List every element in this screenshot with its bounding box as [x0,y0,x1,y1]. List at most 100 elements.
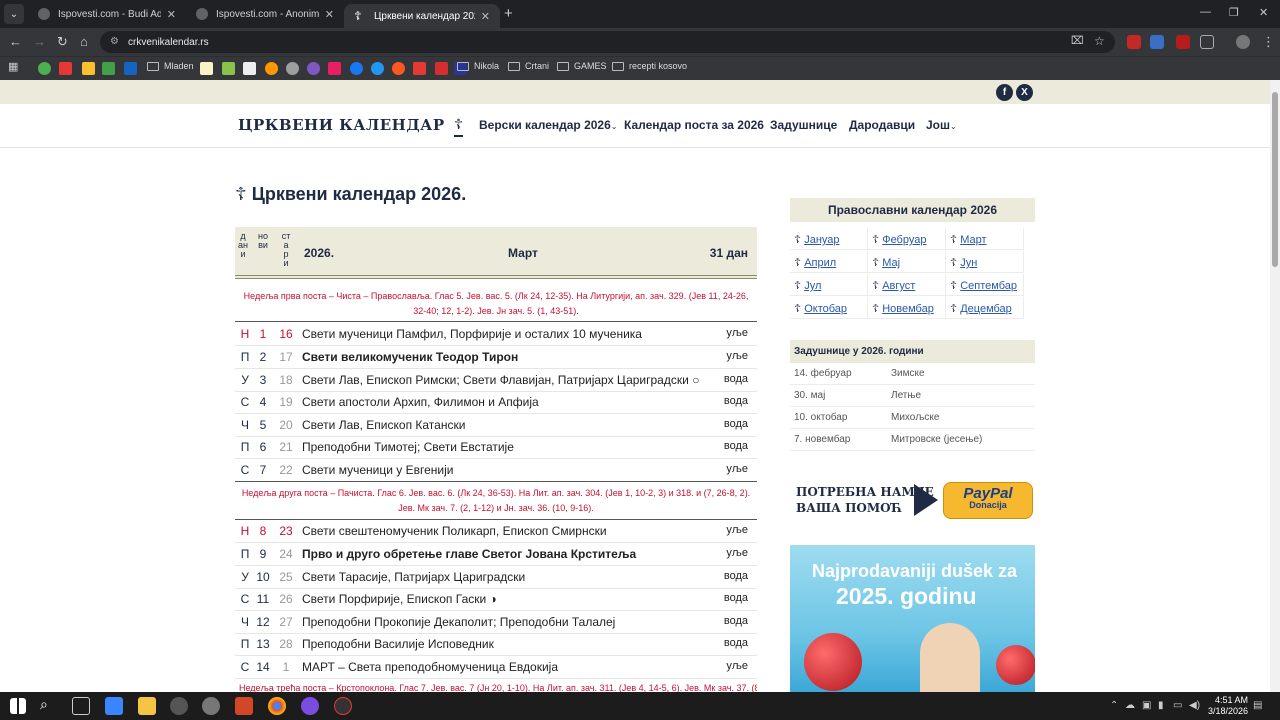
translate-icon[interactable]: ⌧ [1071,34,1084,47]
powerpoint-icon[interactable] [235,697,253,715]
nav-item-darodavci[interactable]: Дародавци [849,118,915,132]
facebook-icon[interactable]: f [996,84,1013,101]
paypal-button[interactable]: PayPal Donacija [943,482,1033,519]
bookmark-instagram-icon[interactable] [328,62,341,75]
nav-item-jos[interactable]: Још⌄ [926,118,957,132]
mattress-ad-banner[interactable]: Najprodavaniji dušek za 2025. godinu [790,545,1035,695]
volume-icon[interactable]: ◀) [1189,700,1200,711]
bookmark-folder-games[interactable]: GAMES [557,61,607,71]
tab-close-icon[interactable]: ✕ [167,8,176,21]
month-link-label[interactable]: Јул [804,280,821,292]
bookmark-messenger-icon[interactable] [371,62,384,75]
sidebar-month-link[interactable]: ☦ Март [946,228,1024,250]
site-info-icon[interactable]: ⚙ [110,36,119,47]
sidebar-month-link[interactable]: ☦ Април [790,251,868,273]
profile-avatar-icon[interactable] [1236,35,1250,49]
bookmark-icon[interactable] [102,62,115,75]
month-link-label[interactable]: Април [804,257,836,269]
month-link-label[interactable]: Октобар [804,303,847,315]
tray-up-arrow-icon[interactable]: ⌃ [1110,700,1118,711]
app-icon[interactable] [334,697,352,715]
app-icon[interactable] [202,697,220,715]
tray-icon[interactable]: ☁ [1125,700,1135,711]
tab-close-icon[interactable]: ✕ [325,8,334,21]
month-link-label[interactable]: Децембар [960,303,1012,315]
forward-icon[interactable]: → [33,34,46,49]
new-tab-button[interactable]: + [504,5,513,22]
file-explorer-icon[interactable] [138,697,156,715]
saint-cell[interactable]: Свети свештеномученик Поликарп, Епископ … [302,524,702,538]
month-link-label[interactable]: Август [882,280,915,292]
nav-item-kalendar-posta[interactable]: Календар поста за 2026 [624,118,764,132]
tab-close-icon[interactable]: ✕ [481,10,490,23]
minimize-icon[interactable]: — [1200,6,1211,18]
saint-cell[interactable]: Свети великомученик Теодор Тирон [302,350,702,364]
bookmark-folder-nikola[interactable]: Nikola [457,61,499,71]
bookmark-icon[interactable] [59,62,72,75]
bookmark-folder-recepti-kosovo[interactable]: recepti kosovo [612,61,687,71]
bookmark-star-icon[interactable]: ☆ [1094,34,1105,48]
tab-search-button[interactable]: ⌄ [4,4,24,24]
notification-icon[interactable]: ▤ [1253,700,1262,711]
browser-tab-2[interactable]: Ispovesti.com - Anonimne lične ✕ [186,0,344,28]
extensions-puzzle-icon[interactable] [1200,35,1214,49]
apps-grid-icon[interactable]: ▦ [8,60,18,73]
back-icon[interactable]: ← [9,34,22,49]
bookmark-icon[interactable] [435,62,448,75]
window-close-icon[interactable]: ✕ [1259,6,1268,19]
restore-icon[interactable]: ❐ [1229,6,1239,19]
nav-item-verski-kalendar[interactable]: Верски календар 2026⌄ [479,118,617,132]
taskbar-clock[interactable]: 4:51 AM 3/18/2026 [1208,695,1248,717]
nav-home-cross-icon[interactable]: ☦ [454,116,464,137]
sidebar-month-link[interactable]: ☦ Фебруар [868,228,946,250]
bookmark-youtube-icon[interactable] [413,62,426,75]
month-link-label[interactable]: Март [960,234,986,246]
month-link-label[interactable]: Фебруар [882,234,926,246]
bookmark-folder-mladen[interactable]: Mladen [147,61,194,71]
task-view-icon[interactable] [72,697,90,715]
saint-cell[interactable]: Свети Тарасије, Патријарх Цариградски [302,570,702,584]
saint-cell[interactable]: Прво и друго обретење главе Светог Јован… [302,547,702,561]
bookmark-maps-icon[interactable] [38,62,51,75]
month-link-label[interactable]: Јун [960,257,977,269]
menu-kebab-icon[interactable]: ⋮ [1262,34,1275,50]
month-link-label[interactable]: Новембар [882,303,934,315]
bookmark-icon[interactable] [286,62,299,75]
nav-item-zadusnice[interactable]: Задушнице [770,118,837,132]
browser-tab-1[interactable]: Ispovesti.com - Budi Admin ✕ [28,0,186,28]
donate-banner[interactable]: ПОТРЕБНА НАМ ЈЕ ВАША ПОМОЋ PayPal Donaci… [790,480,1035,522]
home-icon[interactable]: ⌂ [80,34,88,49]
search-icon[interactable]: ⌕ [40,696,48,713]
saint-cell[interactable]: Преподобни Прокопије Декаполит; Преподоб… [302,615,702,629]
app-icon[interactable] [301,697,319,715]
bookmark-icon[interactable] [222,62,235,75]
saint-cell[interactable]: Преподобни Василије Исповедник [302,637,702,651]
sidebar-month-link[interactable]: ☦ Јун [946,251,1024,273]
sidebar-month-link[interactable]: ☦ Октобар [790,297,868,319]
saint-cell[interactable]: Свети Лав, Епископ Катански [302,418,702,432]
tray-icon[interactable]: ▮ [1158,700,1164,711]
month-link-label[interactable]: Јануар [804,234,839,246]
bookmark-reddit-icon[interactable] [392,62,405,75]
tray-icon[interactable]: ▣ [1142,700,1151,711]
saint-cell[interactable]: Преподобни Тимотеј; Свети Евстатије [302,440,702,454]
saint-cell[interactable]: Свети Порфирије, Епископ Гаски ◑ [302,592,702,606]
month-link-label[interactable]: Мај [882,257,900,269]
sidebar-month-link[interactable]: ☦ Јануар [790,228,868,250]
network-icon[interactable]: ▭ [1173,700,1182,711]
extension-translate-icon[interactable] [1150,35,1164,49]
sidebar-month-link[interactable]: ☦ Август [868,274,946,296]
bookmark-icon[interactable] [200,62,213,75]
saint-cell[interactable]: Свети мученици у Евгенији [302,463,702,477]
saint-cell[interactable]: Свети Лав, Епископ Римски; Свети Флавија… [302,373,702,387]
chrome-icon[interactable] [268,697,286,715]
scrollbar-thumb[interactable] [1272,92,1278,267]
sidebar-month-link[interactable]: ☦ Новембар [868,297,946,319]
app-icon[interactable] [170,697,188,715]
sidebar-month-link[interactable]: ☦ Јул [790,274,868,296]
sidebar-month-link[interactable]: ☦ Мај [868,251,946,273]
reload-icon[interactable]: ↻ [57,34,68,50]
bookmark-icon[interactable] [243,62,256,75]
saint-cell[interactable]: МАРТ – Света преподобномученица Евдокија [302,660,702,674]
extension-adblock-icon[interactable] [1127,35,1141,49]
